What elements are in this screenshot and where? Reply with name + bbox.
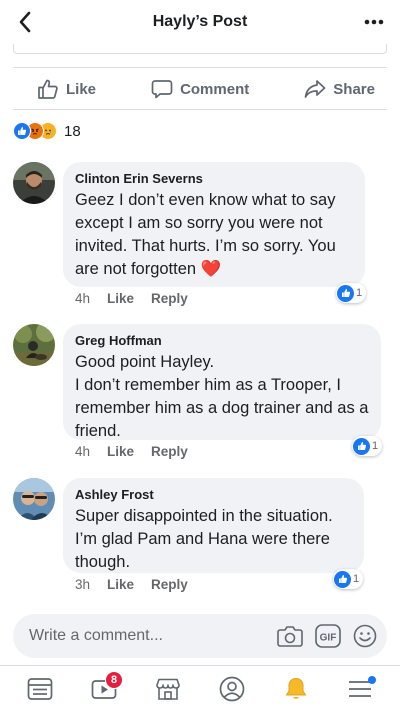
comment-time: 3h	[75, 577, 91, 592]
like-reaction-icon	[337, 284, 354, 302]
comment-like-link[interactable]: Like	[107, 444, 134, 459]
comment-author[interactable]: Ashley Frost	[75, 486, 352, 503]
comment-reaction-count: 1	[356, 287, 363, 299]
comment-bubble[interactable]: Ashley Frost Super disappointed in the s…	[63, 478, 364, 573]
top-bar: Hayly’s Post	[0, 0, 400, 44]
avatar[interactable]	[13, 162, 55, 204]
comment-item: Greg Hoffman Good point Hayley. I don’t …	[13, 324, 387, 464]
comment-meta: 3h Like Reply	[75, 577, 188, 592]
comment-reaction-count: 1	[372, 440, 379, 452]
comment-reply-link[interactable]: Reply	[151, 577, 188, 592]
share-button[interactable]: Share	[304, 78, 375, 100]
gif-label: GIF	[320, 633, 337, 644]
comment-reply-link[interactable]: Reply	[151, 291, 188, 306]
comment-item: Clinton Erin Severns Geez I don’t even k…	[13, 162, 387, 312]
comment-author[interactable]: Clinton Erin Severns	[75, 170, 353, 187]
comment-time: 4h	[75, 444, 91, 459]
profile-icon[interactable]	[212, 669, 252, 709]
post-content-edge	[13, 44, 387, 54]
post-action-bar: Like Comment Share	[13, 70, 387, 108]
like-button[interactable]: Like	[37, 78, 96, 100]
like-label: Like	[66, 80, 97, 98]
comment-meta: 4h Like Reply	[75, 291, 188, 306]
notification-count-badge: 8	[105, 670, 123, 689]
comment-time: 4h	[75, 291, 91, 306]
like-reaction-icon	[334, 570, 351, 588]
menu-icon[interactable]	[340, 669, 380, 709]
comment-reaction-badge[interactable]: 1	[352, 436, 383, 456]
more-options-icon[interactable]	[360, 10, 388, 34]
comment-text: Good point Hayley. I don’t remember him …	[75, 353, 369, 440]
share-arrow-icon	[304, 78, 326, 100]
avatar[interactable]	[13, 324, 55, 366]
menu-update-dot	[368, 675, 376, 684]
comment-label: Comment	[180, 80, 250, 98]
reaction-count: 18	[64, 122, 81, 140]
comment-bubble[interactable]: Clinton Erin Severns Geez I don’t even k…	[63, 162, 365, 287]
write-comment-input[interactable]	[29, 627, 277, 645]
comment-reaction-badge[interactable]: 1	[336, 283, 367, 303]
comment-author[interactable]: Greg Hoffman	[75, 332, 369, 349]
comment-button[interactable]: Comment	[151, 78, 249, 100]
like-reaction-icon	[13, 122, 31, 140]
comment-reaction-badge[interactable]: 1	[333, 569, 364, 589]
divider	[13, 109, 387, 110]
camera-icon[interactable]	[277, 625, 303, 647]
like-reaction-icon	[353, 437, 370, 455]
notifications-bell-icon[interactable]	[276, 669, 316, 709]
speech-bubble-icon	[151, 78, 173, 100]
thumbs-up-icon	[37, 78, 59, 100]
news-feed-icon[interactable]	[20, 669, 60, 709]
marketplace-icon[interactable]	[148, 669, 188, 709]
comment-reply-link[interactable]: Reply	[151, 444, 188, 459]
red-heart-emoji: ❤️	[200, 260, 222, 278]
comment-like-link[interactable]: Like	[107, 577, 134, 592]
comment-composer: GIF	[13, 614, 387, 658]
comment-like-link[interactable]: Like	[107, 291, 134, 306]
avatar[interactable]	[13, 478, 55, 520]
comment-text: Geez I don’t even know what to say excep…	[75, 191, 336, 278]
comment-reaction-count: 1	[353, 573, 360, 585]
comment-bubble[interactable]: Greg Hoffman Good point Hayley. I don’t …	[63, 324, 381, 440]
share-label: Share	[333, 80, 375, 98]
gif-icon[interactable]: GIF	[315, 624, 341, 648]
comment-text: Super disappointed in the situation. I’m…	[75, 507, 333, 571]
comment-meta: 4h Like Reply	[75, 444, 188, 459]
divider	[13, 67, 387, 68]
watch-video-icon[interactable]: 8	[84, 669, 124, 709]
comment-item: Ashley Frost Super disappointed in the s…	[13, 478, 387, 598]
back-chevron-icon[interactable]	[12, 9, 38, 35]
page-title: Hayly’s Post	[152, 13, 248, 30]
reactions-summary[interactable]: 18	[13, 121, 81, 141]
emoji-smiley-icon[interactable]	[353, 624, 377, 648]
bottom-tab-bar: 8	[0, 665, 400, 711]
